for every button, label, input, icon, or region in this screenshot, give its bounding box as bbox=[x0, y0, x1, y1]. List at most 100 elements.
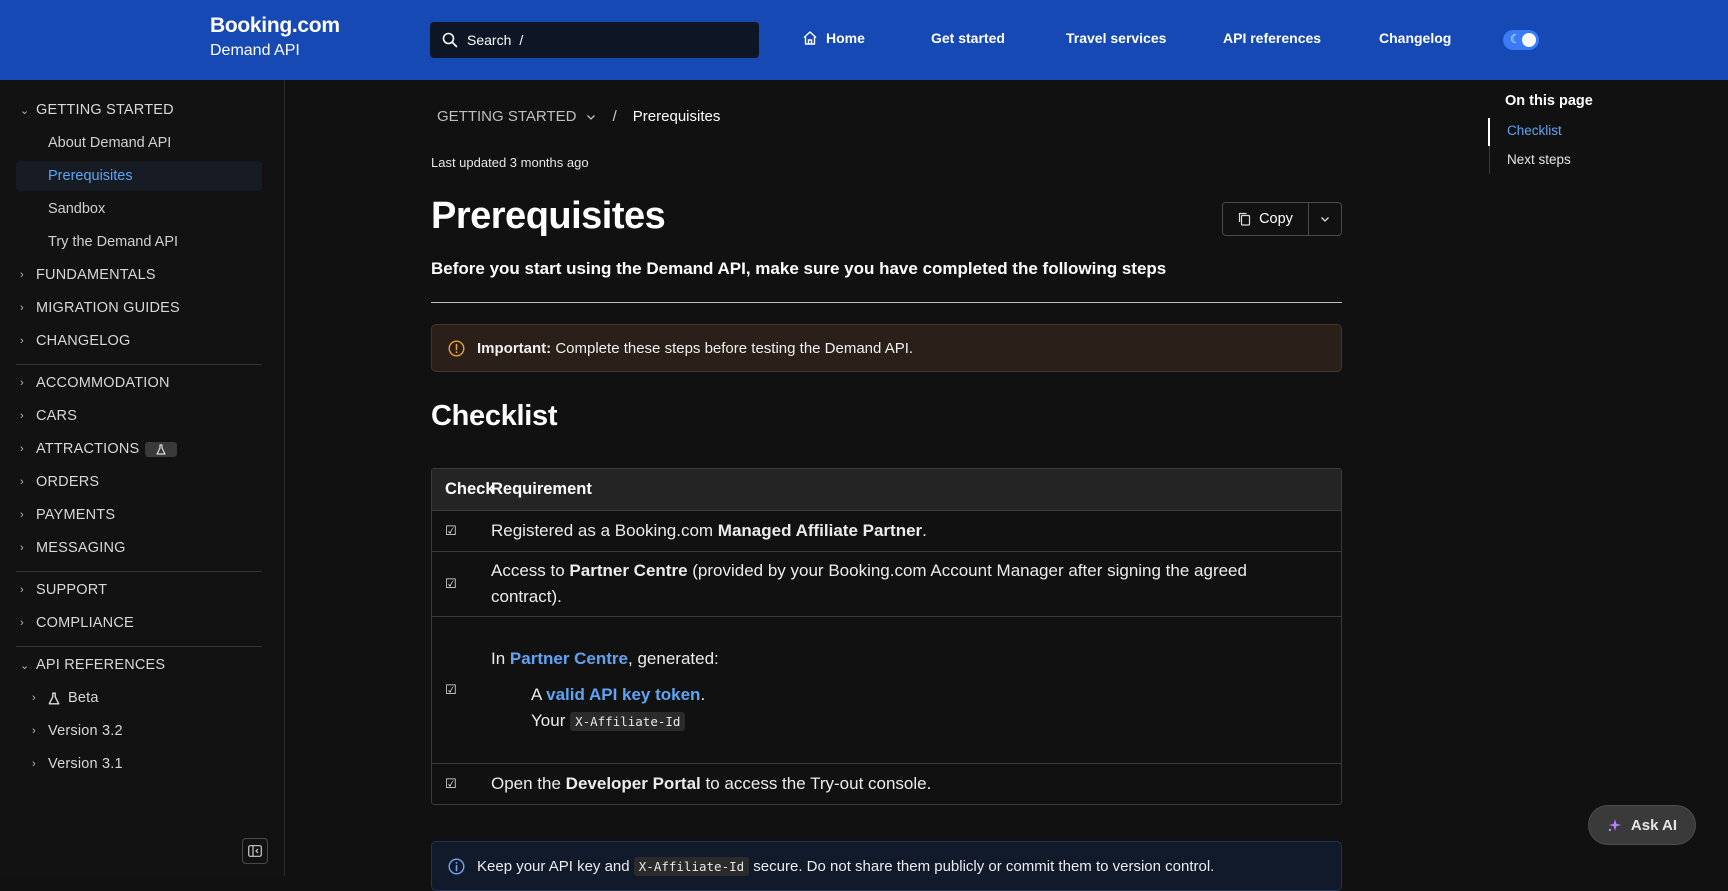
chevron-right-icon: › bbox=[20, 410, 24, 422]
toc-active-indicator bbox=[1488, 118, 1490, 146]
sidebar-item-changelog[interactable]: › CHANGELOG bbox=[20, 327, 130, 355]
info-text: Keep your API key and X-Affiliate-Id sec… bbox=[477, 856, 1214, 876]
sidebar-item-label: ORDERS bbox=[36, 474, 100, 490]
sidebar-item-label: Version 3.1 bbox=[48, 756, 123, 772]
chevron-right-icon: › bbox=[20, 509, 24, 521]
sidebar-item-about-demand-api[interactable]: About Demand API bbox=[48, 129, 171, 157]
sidebar-item-label: CHANGELOG bbox=[36, 333, 131, 349]
info-text-part: Keep your API key and bbox=[477, 857, 634, 875]
breadcrumb-section[interactable]: GETTING STARTED bbox=[437, 108, 597, 125]
sidebar-item-support[interactable]: › SUPPORT bbox=[20, 576, 107, 604]
sidebar-item-compliance[interactable]: › COMPLIANCE bbox=[20, 609, 134, 637]
sidebar-item-label: CARS bbox=[36, 408, 78, 424]
sidebar-item-label: MIGRATION GUIDES bbox=[36, 300, 180, 316]
requirement-cell: Open the Developer Portal to access the … bbox=[491, 764, 1341, 804]
info-callout: Keep your API key and X-Affiliate-Id sec… bbox=[431, 841, 1342, 891]
important-label: Important: bbox=[477, 339, 552, 357]
warning-circle-icon bbox=[448, 339, 465, 357]
sidebar-item-label: FUNDAMENTALS bbox=[36, 267, 156, 283]
checkbox-icon: ☑ bbox=[445, 576, 457, 591]
sidebar-item-attractions[interactable]: › ATTRACTIONS bbox=[20, 435, 178, 463]
sidebar-item-prerequisites[interactable]: Prerequisites bbox=[48, 162, 133, 190]
breadcrumb-separator: / bbox=[612, 108, 617, 125]
sidebar-item-getting-started[interactable]: ⌄ GETTING STARTED bbox=[20, 96, 174, 124]
sidebar-item-label: GETTING STARTED bbox=[36, 102, 174, 118]
toc-item-next-steps[interactable]: Next steps bbox=[1507, 152, 1571, 167]
breadcrumb: GETTING STARTED / Prerequisites bbox=[437, 108, 720, 125]
sidebar-item-label: PAYMENTS bbox=[36, 507, 116, 523]
sidebar-item-payments[interactable]: › PAYMENTS bbox=[20, 501, 115, 529]
home-icon bbox=[803, 31, 817, 45]
requirement-cell: In Partner Centre, generated: A valid AP… bbox=[491, 617, 1341, 763]
toc-item-checklist[interactable]: Checklist bbox=[1507, 123, 1562, 138]
ask-ai-button[interactable]: Ask AI bbox=[1588, 805, 1696, 845]
list-item: A valid API key token. bbox=[531, 682, 1301, 708]
sidebar-item-fundamentals[interactable]: › FUNDAMENTALS bbox=[20, 261, 156, 289]
sidebar-item-version-3-1[interactable]: › Version 3.1 bbox=[32, 750, 123, 778]
nav-travel-services[interactable]: Travel services bbox=[1066, 30, 1166, 46]
search-input[interactable]: Search / bbox=[430, 22, 759, 58]
copy-icon bbox=[1238, 212, 1251, 226]
requirement-text: Access to bbox=[491, 561, 570, 580]
flask-icon bbox=[48, 691, 60, 705]
last-updated: Last updated 3 months ago bbox=[431, 155, 589, 170]
checkbox-icon: ☑ bbox=[445, 523, 457, 538]
sparkle-icon bbox=[1608, 819, 1621, 832]
beta-flask-badge bbox=[145, 441, 178, 457]
info-circle-icon bbox=[448, 857, 465, 875]
sidebar-item-label: ATTRACTIONS bbox=[36, 441, 140, 457]
nav-home[interactable]: Home bbox=[802, 30, 865, 46]
toc-title: On this page bbox=[1505, 93, 1593, 109]
search-icon bbox=[442, 32, 458, 48]
requirement-bold: Partner Centre bbox=[569, 561, 688, 580]
sidebar-item-try-demand-api[interactable]: Try the Demand API bbox=[48, 228, 178, 256]
sidebar-item-messaging[interactable]: › MESSAGING bbox=[20, 534, 126, 562]
api-key-token-link[interactable]: valid API key token bbox=[546, 685, 700, 704]
sidebar-item-api-references[interactable]: ⌄ API REFERENCES bbox=[20, 651, 165, 679]
sidebar-item-beta[interactable]: › Beta bbox=[32, 684, 99, 712]
important-text: Important: Complete these steps before t… bbox=[477, 340, 913, 357]
partner-centre-link[interactable]: Partner Centre bbox=[510, 649, 628, 668]
breadcrumb-current: Prerequisites bbox=[632, 108, 721, 125]
important-callout: Important: Complete these steps before t… bbox=[431, 324, 1342, 372]
brand-name: Booking.com bbox=[210, 14, 340, 37]
sidebar-item-accommodation[interactable]: › ACCOMMODATION bbox=[20, 369, 170, 397]
checklist-heading: Checklist bbox=[431, 400, 558, 432]
copy-button[interactable]: Copy bbox=[1223, 203, 1309, 235]
chevron-down-icon: ⌄ bbox=[20, 104, 30, 117]
chevron-right-icon: › bbox=[20, 476, 24, 488]
sidebar-item-cars[interactable]: › CARS bbox=[20, 402, 77, 430]
chevron-down-icon bbox=[586, 115, 595, 120]
checkbox-icon: ☑ bbox=[445, 776, 457, 791]
requirement-text: . bbox=[922, 521, 927, 540]
copy-page-control: Copy bbox=[1222, 202, 1342, 236]
sidebar-item-sandbox[interactable]: Sandbox bbox=[48, 195, 105, 223]
copy-options-dropdown[interactable] bbox=[1309, 203, 1341, 235]
column-header-requirement: Requirement bbox=[491, 480, 592, 498]
sidebar-item-version-3-2[interactable]: › Version 3.2 bbox=[32, 717, 123, 745]
divider bbox=[431, 302, 1342, 303]
sidebar-item-label: Version 3.2 bbox=[48, 723, 123, 739]
nav-get-started[interactable]: Get started bbox=[931, 30, 1005, 46]
brand-logo[interactable]: Booking.com Demand API bbox=[210, 14, 340, 60]
sidebar-divider bbox=[16, 571, 262, 572]
top-header: Booking.com Demand API Search / Home Get… bbox=[0, 0, 1728, 80]
chevron-right-icon: › bbox=[32, 725, 36, 737]
nav-changelog[interactable]: Changelog bbox=[1379, 30, 1451, 46]
checkbox-icon: ☑ bbox=[445, 682, 457, 697]
sidebar-item-migration-guides[interactable]: › MIGRATION GUIDES bbox=[20, 294, 180, 322]
chevron-right-icon: › bbox=[32, 758, 36, 770]
collapse-sidebar-button[interactable] bbox=[242, 838, 268, 864]
table-row: ☑ In Partner Centre, generated: A valid … bbox=[432, 617, 1341, 764]
table-header: Check Requirement bbox=[432, 469, 1341, 511]
sidebar-item-orders[interactable]: › ORDERS bbox=[20, 468, 99, 496]
important-body: Complete these steps before testing the … bbox=[551, 339, 914, 357]
list-item-text: A bbox=[531, 684, 547, 704]
copy-label: Copy bbox=[1259, 211, 1293, 227]
nav-api-references[interactable]: API references bbox=[1223, 30, 1321, 46]
requirement-text: In bbox=[491, 648, 510, 668]
chevron-right-icon: › bbox=[20, 377, 24, 389]
sidebar-item-label: Beta bbox=[68, 690, 99, 706]
theme-toggle[interactable]: ☾ bbox=[1503, 30, 1539, 50]
sidebar-item-label: ACCOMMODATION bbox=[36, 375, 170, 391]
